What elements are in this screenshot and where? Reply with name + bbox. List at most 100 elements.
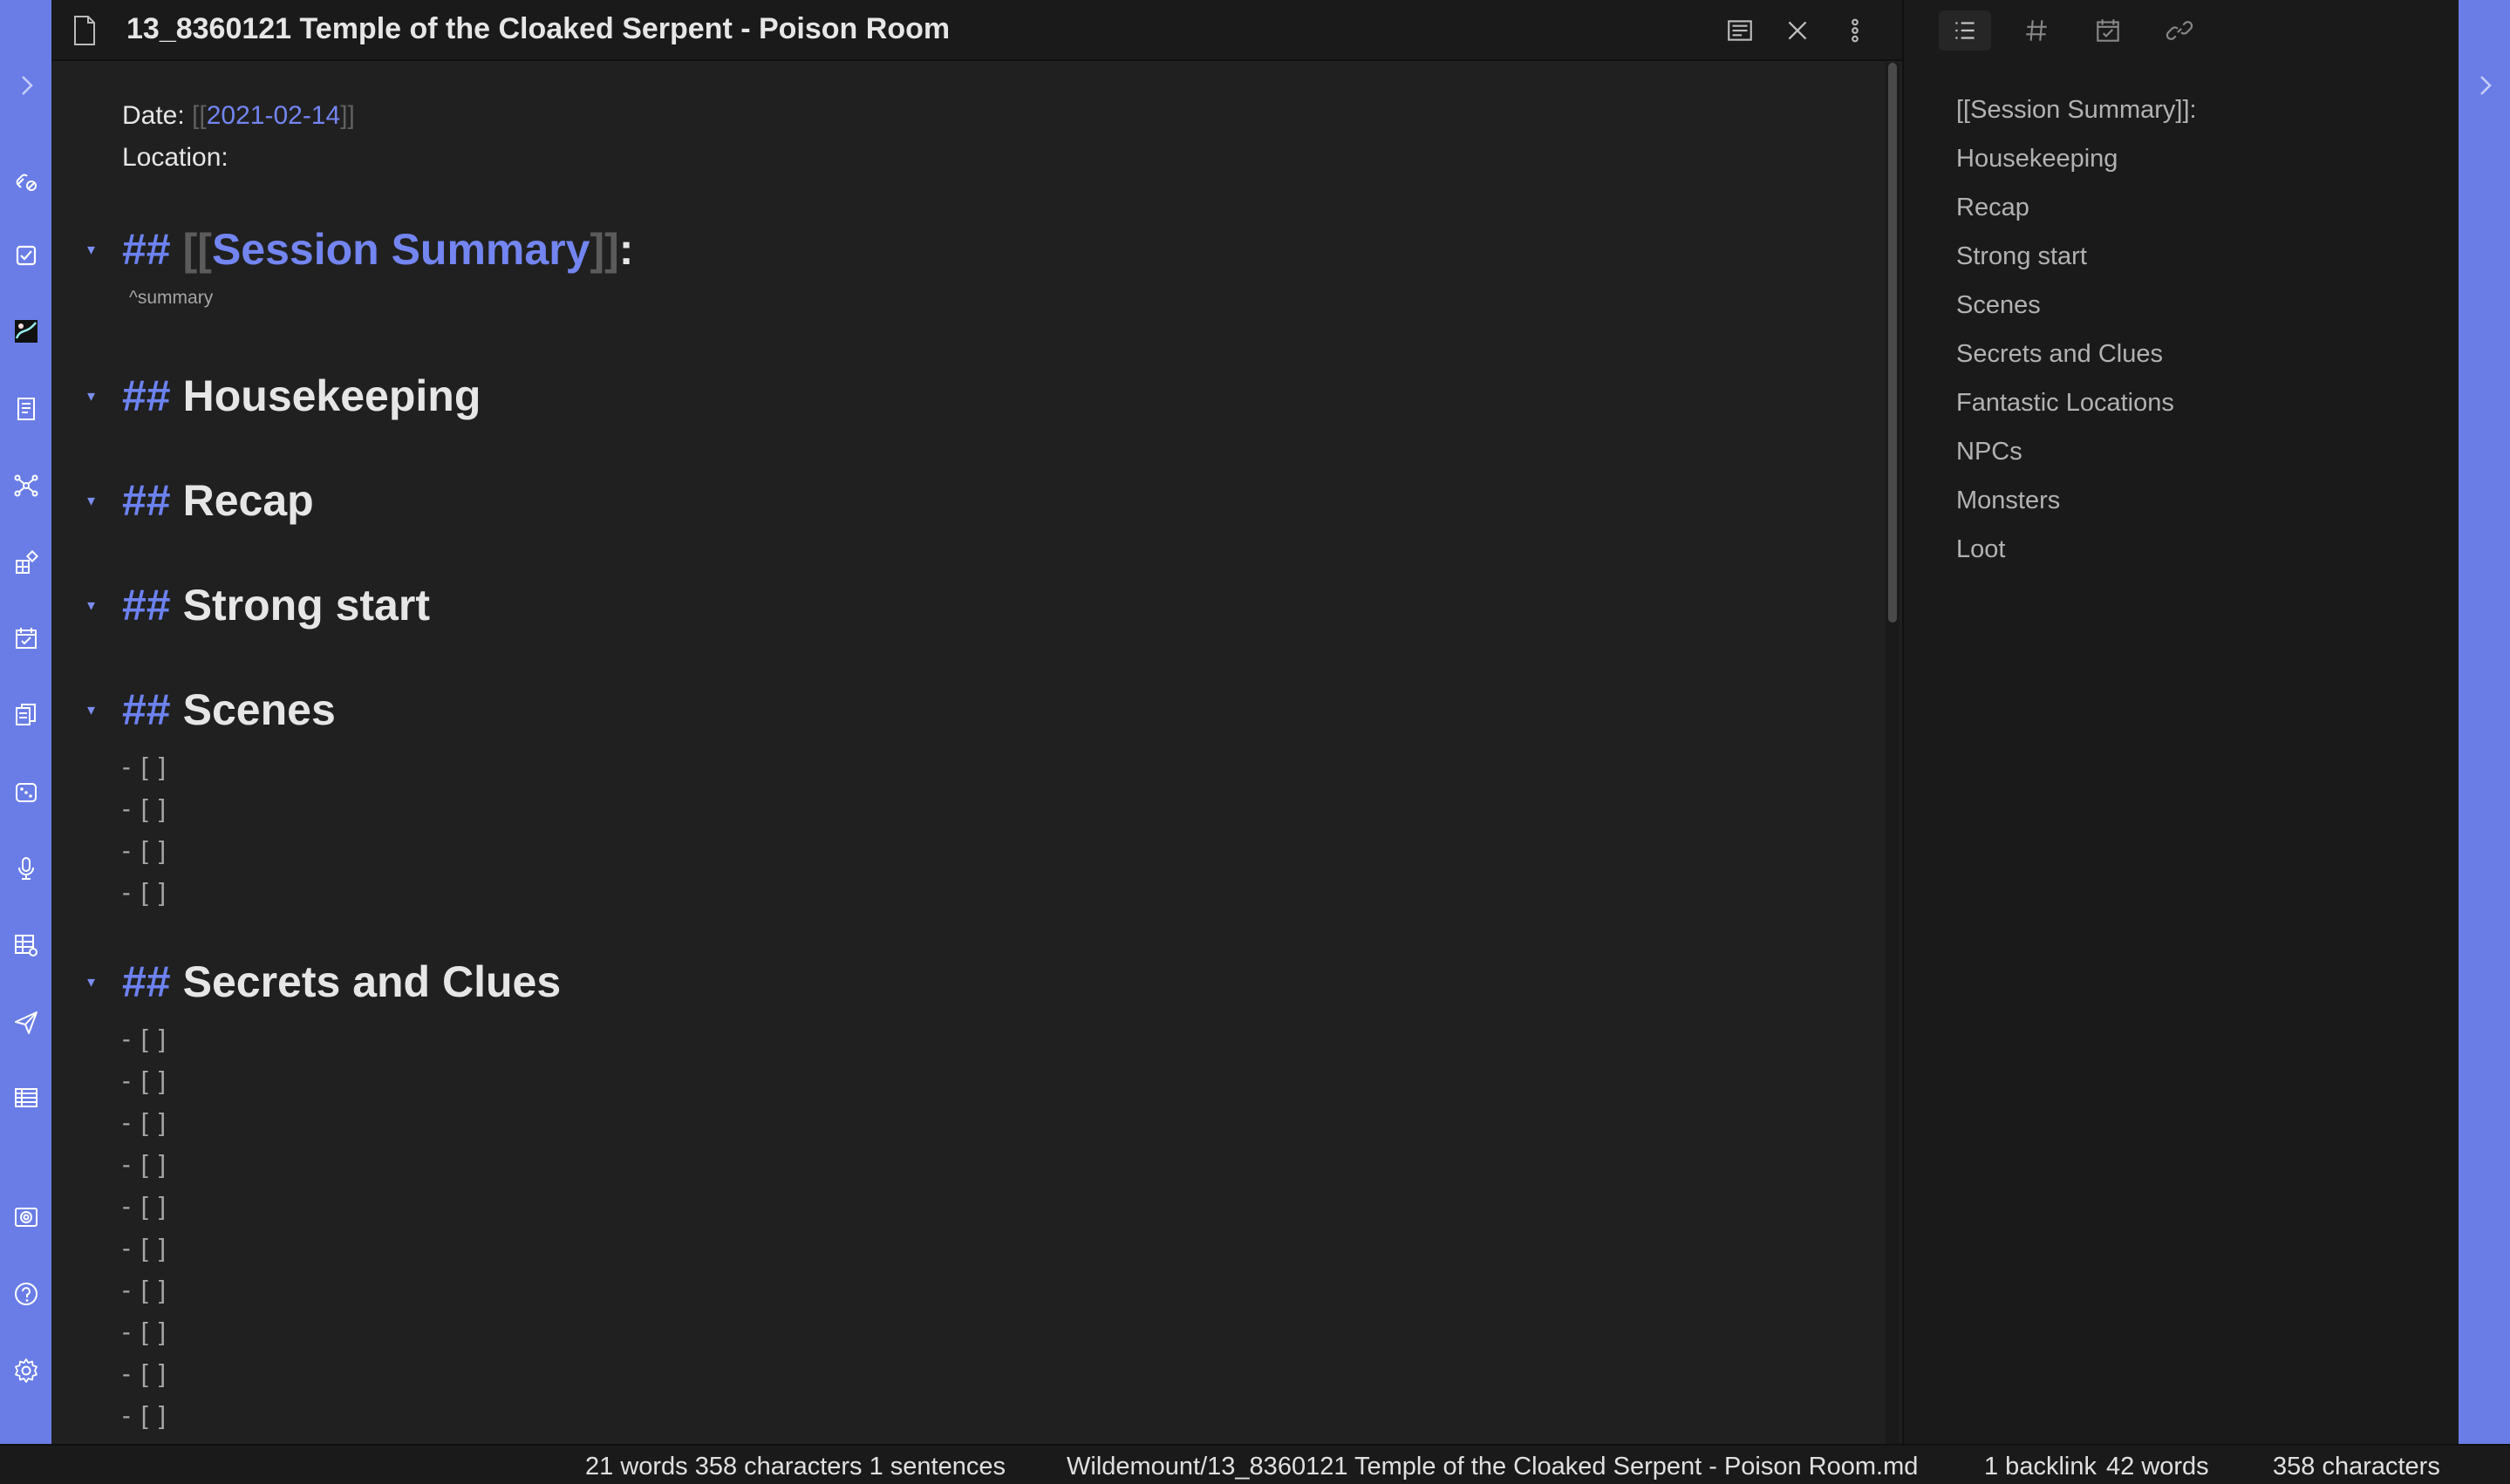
outline-item[interactable]: NPCs — [1956, 438, 2022, 466]
heading-marker: ## — [122, 957, 171, 1006]
task-item[interactable]: - [ ] — [122, 837, 167, 866]
collapse-toggle[interactable]: ▾ — [87, 973, 95, 991]
link-bracket-open: [[ — [182, 225, 212, 274]
date-label: Date: — [122, 101, 193, 130]
reading-view-icon[interactable] — [1722, 13, 1757, 48]
outline-icon — [1955, 22, 1975, 39]
collapse-toggle[interactable]: ▾ — [87, 701, 95, 719]
calendar-check-icon[interactable] — [12, 624, 40, 652]
calendar-icon — [2097, 19, 2119, 42]
tag-icon — [2026, 20, 2047, 41]
editor-content[interactable]: Date: [[2021-02-14]] Location: ▾ ## [[Ses… — [51, 61, 1883, 1444]
heading-marker: ## — [122, 581, 171, 630]
link-icon — [2166, 21, 2193, 40]
outline-item[interactable]: Strong start — [1956, 242, 2087, 271]
table-settings-icon[interactable] — [12, 931, 40, 959]
heading-text: Recap — [182, 476, 314, 525]
date-bracket-close: ]] — [340, 101, 355, 130]
selection-stats: 21 words 358 characters 1 sentences — [585, 1453, 1006, 1481]
outline-item[interactable]: Scenes — [1956, 291, 2041, 320]
character-count: 358 characters — [2273, 1453, 2440, 1481]
plugin-grid-icon[interactable] — [12, 548, 40, 576]
checkbox-icon[interactable] — [12, 242, 40, 269]
status-bar: 21 words 358 characters 1 sentences Wild… — [0, 1444, 2510, 1484]
spreadsheet-icon[interactable] — [12, 1084, 40, 1112]
vault-icon[interactable] — [12, 1203, 40, 1231]
task-item[interactable]: - [ ] — [122, 1025, 167, 1054]
outline-item[interactable]: [[Session Summary]]: — [1956, 96, 2197, 125]
date-line: Date: [[2021-02-14]] — [122, 101, 355, 131]
collapse-toggle[interactable]: ▾ — [87, 241, 95, 259]
editor-titlebar: 13_8360121 Temple of the Cloaked Serpent… — [51, 0, 1902, 61]
send-icon[interactable] — [12, 1009, 40, 1037]
left-ribbon — [0, 0, 51, 1444]
task-item[interactable]: - [ ] — [122, 1151, 167, 1180]
collapse-left-icon[interactable] — [12, 71, 40, 99]
outline-tab[interactable] — [1939, 10, 1991, 51]
outline-item[interactable]: Recap — [1956, 194, 2029, 222]
task-item[interactable]: - [ ] — [122, 1235, 167, 1263]
document-list-icon[interactable] — [12, 395, 40, 423]
word-count: 42 words — [2106, 1453, 2209, 1481]
heading-colon: : — [618, 225, 634, 274]
date-bracket-open: [[ — [192, 101, 207, 130]
settings-icon[interactable] — [12, 1357, 40, 1385]
image-map-icon[interactable] — [12, 317, 40, 345]
editor-scrollbar-thumb[interactable] — [1888, 63, 1897, 623]
heading-housekeeping: ## Housekeeping — [122, 371, 481, 421]
heading-marker: ## — [122, 371, 171, 420]
note-title[interactable]: 13_8360121 Temple of the Cloaked Serpent… — [126, 12, 950, 46]
heading-session-summary: ## [[Session Summary]]: — [122, 224, 633, 275]
calendar-tab[interactable] — [2082, 10, 2134, 51]
block-reference: ^summary — [129, 288, 214, 308]
link-broken-icon[interactable] — [12, 167, 40, 194]
collapse-toggle[interactable]: ▾ — [87, 387, 95, 405]
backlink-count[interactable]: 1 backlink — [1984, 1453, 2097, 1481]
task-item[interactable]: - [ ] — [122, 1402, 167, 1431]
dice-icon[interactable] — [12, 779, 40, 807]
outline-item[interactable]: Monsters — [1956, 487, 2060, 515]
microphone-icon[interactable] — [12, 854, 40, 882]
outline-item[interactable]: Housekeeping — [1956, 145, 2118, 174]
collapse-toggle[interactable]: ▾ — [87, 596, 95, 615]
task-item[interactable]: - [ ] — [122, 1276, 167, 1305]
graph-view-icon[interactable] — [12, 472, 40, 500]
heading-strong-start: ## Strong start — [122, 580, 430, 630]
sidebar-tab-bar — [1904, 0, 2459, 61]
right-ribbon — [2459, 0, 2510, 1444]
collapse-toggle[interactable]: ▾ — [87, 492, 95, 510]
collapse-right-icon[interactable] — [2471, 71, 2499, 99]
heading-scenes: ## Scenes — [122, 684, 336, 735]
close-icon[interactable] — [1780, 13, 1815, 48]
task-item[interactable]: - [ ] — [122, 1360, 167, 1389]
session-summary-link[interactable]: Session Summary — [212, 225, 590, 274]
heading-text: Housekeeping — [182, 371, 481, 420]
tags-tab[interactable] — [2010, 10, 2063, 51]
editor-pane: 13_8360121 Temple of the Cloaked Serpent… — [51, 0, 1902, 1444]
task-item[interactable]: - [ ] — [122, 753, 167, 782]
heading-marker: ## — [122, 476, 171, 525]
task-item[interactable]: - [ ] — [122, 1318, 167, 1347]
link-bracket-close: ]] — [590, 225, 619, 274]
location-label: Location: — [122, 143, 228, 172]
more-options-icon[interactable] — [1838, 13, 1872, 48]
date-link[interactable]: 2021-02-14 — [207, 101, 340, 130]
help-icon[interactable] — [12, 1280, 40, 1308]
task-item[interactable]: - [ ] — [122, 1193, 167, 1222]
outline-item[interactable]: Fantastic Locations — [1956, 389, 2174, 418]
right-sidebar: [[Session Summary]]: Housekeeping Recap … — [1902, 0, 2459, 1444]
outline-item[interactable]: Loot — [1956, 535, 2005, 564]
links-tab[interactable] — [2153, 10, 2206, 51]
task-item[interactable]: - [ ] — [122, 1109, 167, 1138]
outline-item[interactable]: Secrets and Clues — [1956, 340, 2163, 369]
heading-marker: ## — [122, 225, 171, 274]
task-item[interactable]: - [ ] — [122, 1067, 167, 1096]
heading-text: Strong start — [182, 581, 430, 630]
task-item[interactable]: - [ ] — [122, 879, 167, 908]
copy-notes-icon[interactable] — [12, 701, 40, 729]
task-item[interactable]: - [ ] — [122, 795, 167, 824]
heading-text: Scenes — [182, 685, 336, 734]
heading-recap: ## Recap — [122, 475, 314, 526]
heading-secrets-and-clues: ## Secrets and Clues — [122, 956, 561, 1007]
heading-marker: ## — [122, 685, 171, 734]
